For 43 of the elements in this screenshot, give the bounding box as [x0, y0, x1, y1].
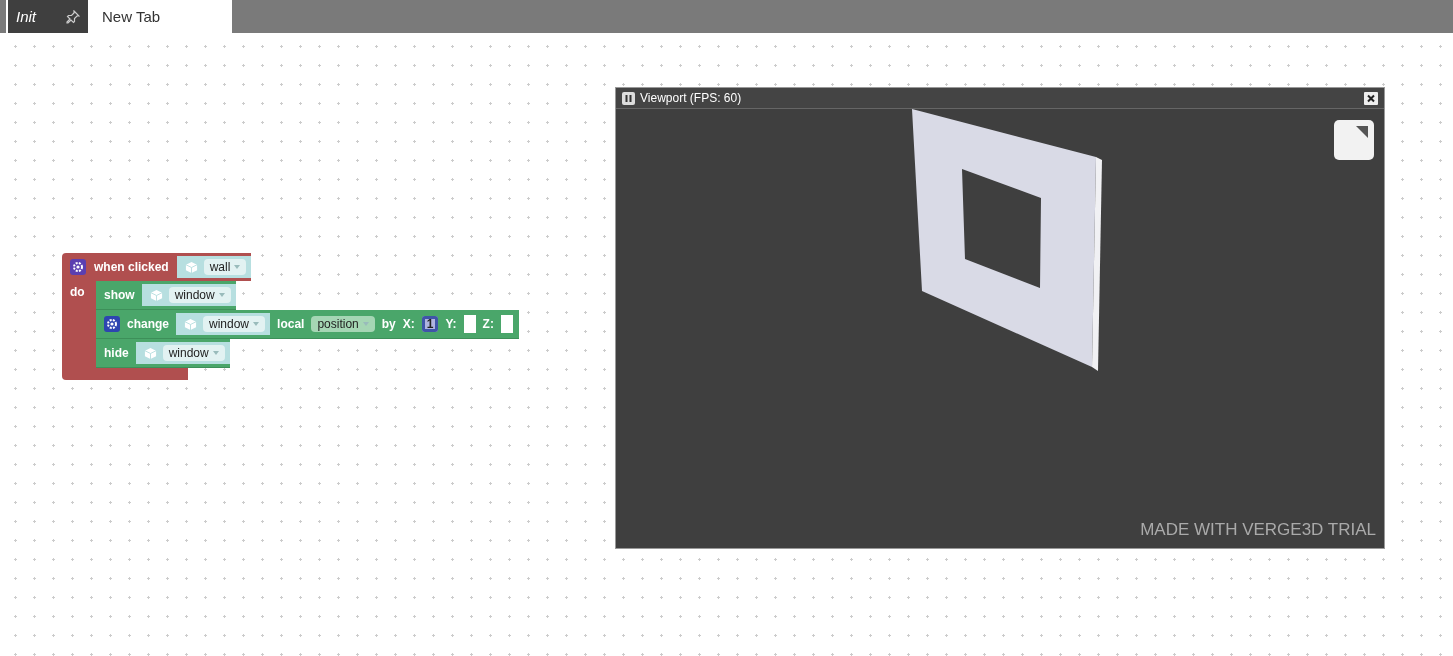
- block-label: by: [381, 317, 396, 331]
- tab[interactable]: Init: [6, 0, 88, 33]
- object-dropdown[interactable]: window: [162, 345, 225, 361]
- caret-icon: [253, 322, 260, 326]
- object-input[interactable]: window: [176, 313, 271, 335]
- close-icon[interactable]: [1364, 91, 1378, 105]
- gear-icon: [104, 316, 120, 332]
- axis-label: X:: [402, 317, 415, 331]
- axis-label: Y:: [445, 317, 457, 331]
- gear-icon: [70, 259, 86, 275]
- pin-icon[interactable]: [66, 9, 80, 24]
- object-dropdown[interactable]: window: [168, 287, 231, 303]
- pause-icon[interactable]: [622, 91, 635, 105]
- trial-notice: MADE WITH VERGE3D TRIAL: [1140, 520, 1376, 540]
- cube-icon: [149, 288, 163, 302]
- cube-icon: [184, 317, 197, 331]
- block-label: when clicked: [94, 260, 169, 274]
- viewport-title: Viewport (FPS: 60): [640, 91, 742, 105]
- object-dropdown[interactable]: wall: [203, 259, 247, 275]
- object-dropdown[interactable]: window: [203, 316, 266, 332]
- block-label: do: [69, 284, 86, 301]
- block-label: local: [277, 317, 305, 331]
- object-input[interactable]: window: [141, 284, 236, 306]
- object-input[interactable]: wall: [176, 256, 252, 278]
- block-label: show: [104, 288, 135, 302]
- empty-input-slot[interactable]: [500, 315, 513, 333]
- caret-icon: [234, 265, 241, 269]
- cube-icon: [184, 260, 198, 274]
- empty-input-slot[interactable]: [463, 315, 476, 333]
- statement-block[interactable]: hide window: [96, 339, 230, 368]
- block-label: hide: [104, 346, 129, 360]
- block-label: change: [127, 317, 169, 331]
- fullscreen-icon[interactable]: [1334, 120, 1374, 160]
- caret-icon: [212, 351, 219, 355]
- statement-block[interactable]: show window: [96, 281, 236, 310]
- caret-icon: [218, 293, 225, 297]
- number-block[interactable]: 1: [421, 316, 439, 332]
- object-input[interactable]: window: [135, 342, 230, 364]
- property-dropdown[interactable]: position: [311, 316, 375, 332]
- tab[interactable]: New Tab: [88, 0, 232, 33]
- cube-icon: [143, 346, 157, 360]
- axis-label: Z:: [482, 317, 494, 331]
- statement-block[interactable]: change window local position by X: 1 Y: Z:: [96, 310, 519, 339]
